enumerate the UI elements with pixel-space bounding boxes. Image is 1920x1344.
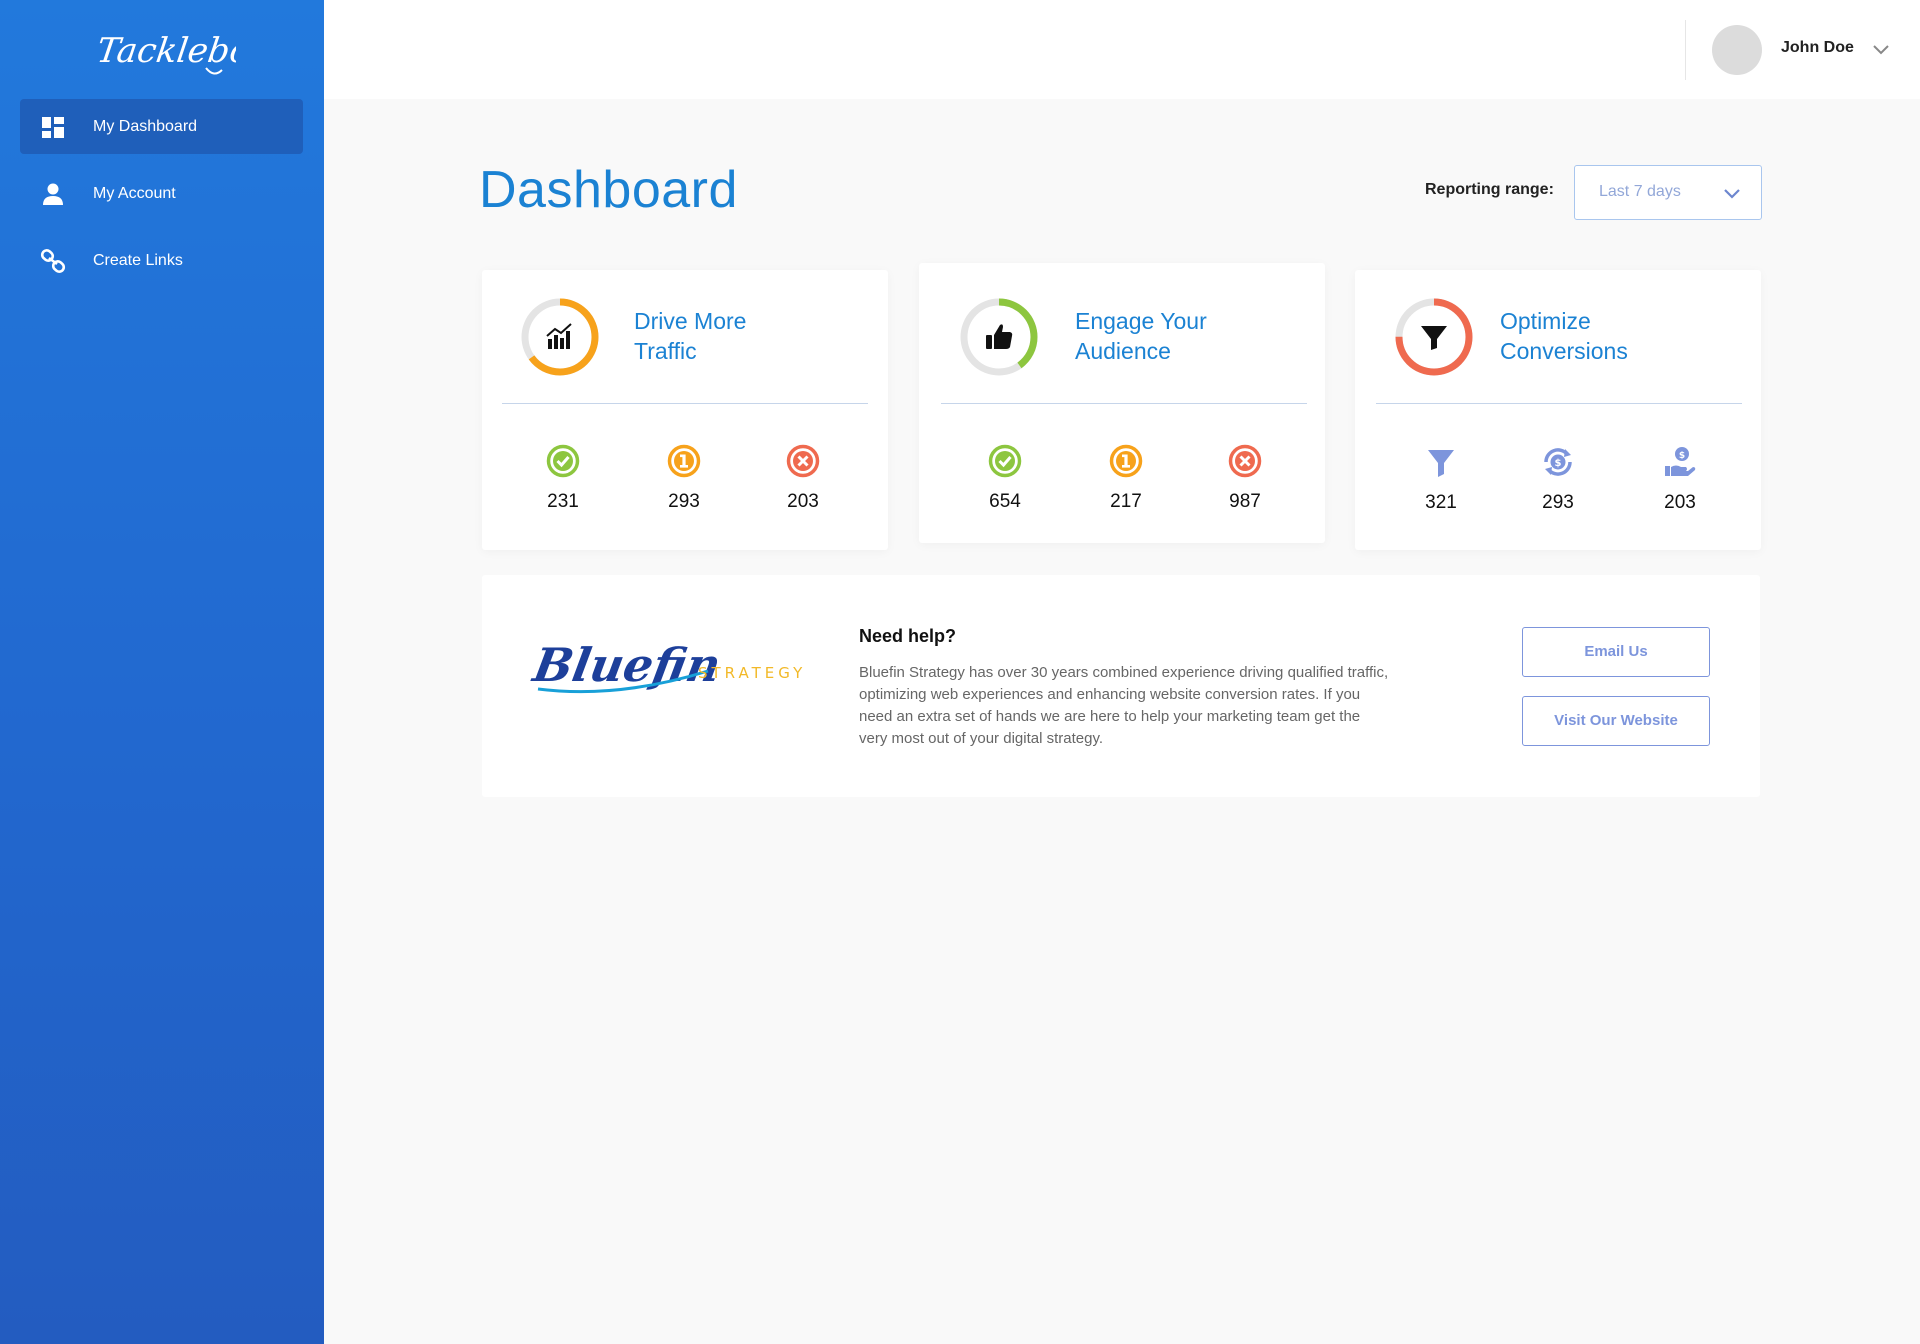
hand-dollar-icon: $ <box>1662 444 1698 480</box>
card-divider <box>1376 403 1742 404</box>
funnel-icon <box>1423 444 1459 480</box>
sidebar-item-label: My Dashboard <box>93 117 198 135</box>
card-divider <box>941 403 1307 404</box>
card-optimize-conversions: Optimize Conversions 321 $ 293 $ 203 <box>1355 270 1761 550</box>
funnel-icon <box>1421 326 1447 350</box>
card-title: Engage Your Audience <box>1075 308 1207 364</box>
card-drive-traffic: Drive More Traffic 231 293 203 <box>482 270 888 550</box>
card-title: Drive More Traffic <box>634 308 747 364</box>
page-title: Dashboard <box>479 161 738 219</box>
sidebar-item-create-links[interactable]: Create Links <box>20 233 303 288</box>
dashboard-icon <box>40 114 66 140</box>
svg-text:$: $ <box>1555 458 1562 469</box>
sidebar-item-my-dashboard[interactable]: My Dashboard <box>20 99 303 154</box>
check-circle-icon <box>987 443 1023 479</box>
stat-failed: 203 <box>763 443 843 513</box>
dollar-cycle-icon: $ <box>1540 444 1576 480</box>
alert-circle-icon <box>666 443 702 479</box>
progress-ring <box>959 297 1039 377</box>
chevron-down-icon[interactable] <box>1870 38 1892 60</box>
sidebar: Tacklebox My Dashboard My Account Create… <box>0 0 324 1344</box>
email-us-button[interactable]: Email Us <box>1522 627 1710 677</box>
svg-text:STRATEGY: STRATEGY <box>698 664 806 682</box>
card-title: Optimize Conversions <box>1500 308 1628 364</box>
tacklebox-logo[interactable]: Tacklebox <box>96 16 236 86</box>
stat-in-progress: 293 <box>644 443 724 513</box>
card-divider <box>502 403 868 404</box>
card-engage-audience: Engage Your Audience 654 217 987 <box>919 263 1325 543</box>
progress-ring <box>520 297 600 377</box>
user-name[interactable]: John Doe <box>1781 39 1854 57</box>
link-icon <box>40 248 66 274</box>
sidebar-item-label: Create Links <box>93 251 183 269</box>
reporting-range-value: Last 7 days <box>1599 183 1681 200</box>
thumbs-up-icon <box>986 324 1013 349</box>
progress-ring <box>1394 297 1474 377</box>
alert-circle-icon <box>1108 443 1144 479</box>
svg-text:$: $ <box>1679 451 1685 461</box>
help-card: Bluefin STRATEGY Need help? Bluefin Stra… <box>482 575 1760 797</box>
reporting-range-select[interactable]: Last 7 days <box>1574 165 1762 220</box>
check-circle-icon <box>545 443 581 479</box>
stat-leads: 321 <box>1401 444 1481 514</box>
sidebar-item-my-account[interactable]: My Account <box>20 166 303 221</box>
stat-failed: 987 <box>1205 443 1285 513</box>
avatar[interactable] <box>1712 25 1762 75</box>
top-bar: John Doe <box>324 0 1920 99</box>
reporting-range-label: Reporting range: <box>1425 181 1554 198</box>
user-icon <box>40 181 66 207</box>
sidebar-item-label: My Account <box>93 184 176 202</box>
help-description: Bluefin Strategy has over 30 years combi… <box>859 664 1389 747</box>
stat-revenue-cycle: $ 293 <box>1518 444 1598 514</box>
logo-text: Tacklebox <box>96 31 236 71</box>
x-circle-icon <box>1227 443 1263 479</box>
stat-completed: 654 <box>965 443 1045 513</box>
stat-in-progress: 217 <box>1086 443 1166 513</box>
chart-icon <box>546 323 572 349</box>
visit-website-button[interactable]: Visit Our Website <box>1522 696 1710 746</box>
stat-sales: $ 203 <box>1640 444 1720 514</box>
chevron-down-icon <box>1721 182 1743 204</box>
header-divider <box>1685 20 1686 80</box>
svg-text:Bluefin: Bluefin <box>528 637 725 692</box>
help-title: Need help? <box>859 626 957 646</box>
bluefin-logo[interactable]: Bluefin STRATEGY <box>528 621 808 701</box>
stat-completed: 231 <box>523 443 603 513</box>
x-circle-icon <box>785 443 821 479</box>
